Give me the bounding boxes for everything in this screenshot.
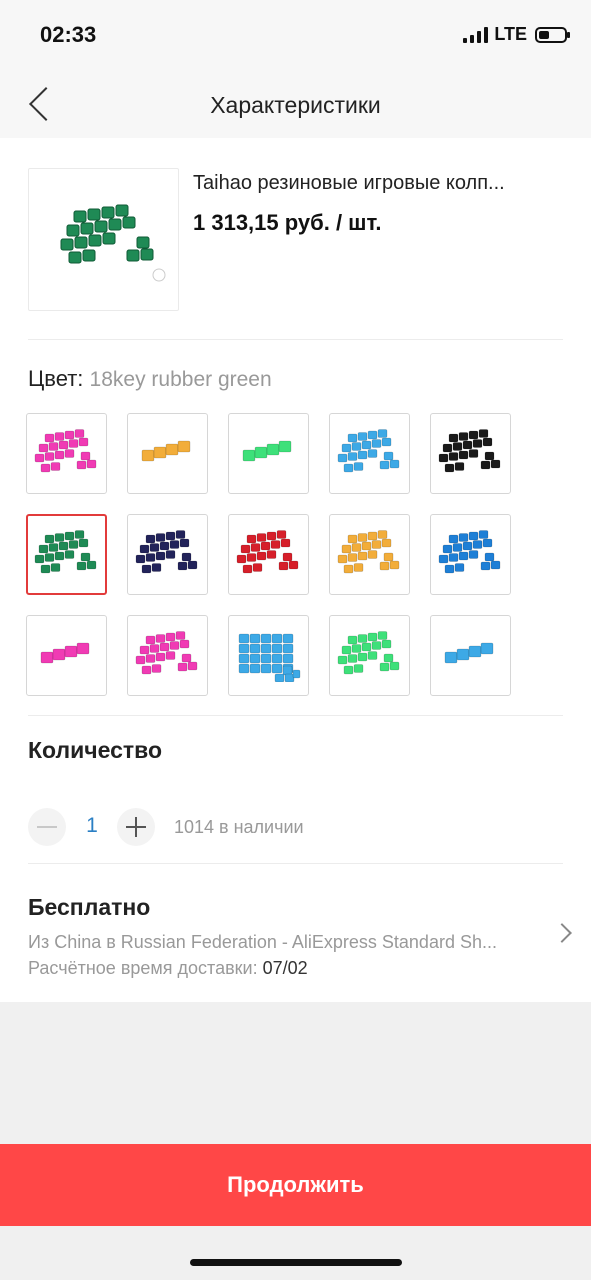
stock-count: 1014 в наличии — [174, 817, 304, 837]
empty-area — [0, 1002, 591, 1280]
keycaps-thumbnail — [337, 529, 399, 573]
color-swatch[interactable] — [26, 514, 107, 595]
shipping-eta: Расчётное время доставки: 07/02 — [28, 958, 308, 979]
keycaps-image — [60, 204, 165, 281]
keycaps-thumbnail — [238, 633, 300, 682]
quantity-label: Количество — [28, 737, 163, 763]
product-image — [28, 168, 179, 311]
eta-date: 07/02 — [262, 958, 308, 978]
color-swatch[interactable] — [228, 615, 309, 696]
shipping-option[interactable]: Бесплатно Из China в Russian Federation … — [0, 880, 591, 1000]
keycaps-thumbnail — [242, 440, 291, 461]
keycaps-thumbnail — [337, 630, 399, 674]
keycaps-thumbnail — [438, 428, 500, 472]
keycaps-thumbnail — [444, 642, 493, 663]
keycaps-thumbnail — [141, 440, 190, 461]
continue-button[interactable]: Продолжить — [0, 1144, 591, 1226]
selected-color-value: 18key rubber green — [89, 368, 272, 391]
color-swatch[interactable] — [329, 514, 410, 595]
status-bar: 02:33 LTE — [0, 0, 591, 72]
shipping-title: Бесплатно — [28, 894, 151, 920]
color-swatch[interactable] — [430, 615, 511, 696]
color-swatch[interactable] — [127, 413, 208, 494]
color-swatch[interactable] — [228, 413, 309, 494]
shipping-route: Из China в Russian Federation - AliExpre… — [28, 932, 497, 952]
color-swatch[interactable] — [26, 413, 107, 494]
color-swatch[interactable] — [127, 615, 208, 696]
keycaps-thumbnail — [135, 630, 197, 674]
quantity-increase-button[interactable] — [117, 808, 155, 846]
keycaps-thumbnail — [135, 529, 197, 573]
color-swatch[interactable] — [329, 615, 410, 696]
color-label-text: Цвет: — [28, 366, 84, 391]
color-swatch[interactable] — [430, 413, 511, 494]
quantity-decrease-button[interactable] — [28, 808, 66, 846]
chevron-right-icon — [552, 923, 572, 943]
page-title: Характеристики — [210, 92, 381, 118]
color-swatch[interactable] — [127, 514, 208, 595]
quantity-value[interactable]: 1 — [76, 814, 108, 838]
product-price: 1 313,15 руб. / шт. — [193, 210, 382, 235]
keycaps-thumbnail — [34, 428, 96, 472]
status-time: 02:33 — [40, 22, 97, 47]
color-swatch[interactable] — [228, 514, 309, 595]
divider — [28, 715, 563, 716]
keycaps-thumbnail — [337, 428, 399, 472]
battery-icon — [535, 26, 570, 43]
network-type: LTE — [494, 24, 527, 44]
color-swatch[interactable] — [430, 514, 511, 595]
keycaps-thumbnail — [40, 642, 89, 663]
eta-label: Расчётное время доставки: — [28, 958, 258, 978]
home-indicator — [190, 1259, 402, 1266]
color-swatch[interactable] — [26, 615, 107, 696]
signal-icon — [463, 26, 489, 43]
divider — [28, 863, 563, 864]
status-indicators: LTE — [463, 24, 570, 45]
keycaps-thumbnail — [34, 529, 96, 573]
keycaps-thumbnail — [438, 529, 500, 573]
divider — [28, 339, 563, 340]
nav-bar: Характеристики — [0, 72, 591, 138]
color-label: Цвет: 18key rubber green — [28, 366, 272, 392]
color-swatch[interactable] — [329, 413, 410, 494]
keycaps-thumbnail — [236, 529, 298, 573]
product-title: Taihao резиновые игровые колп... — [193, 172, 505, 194]
